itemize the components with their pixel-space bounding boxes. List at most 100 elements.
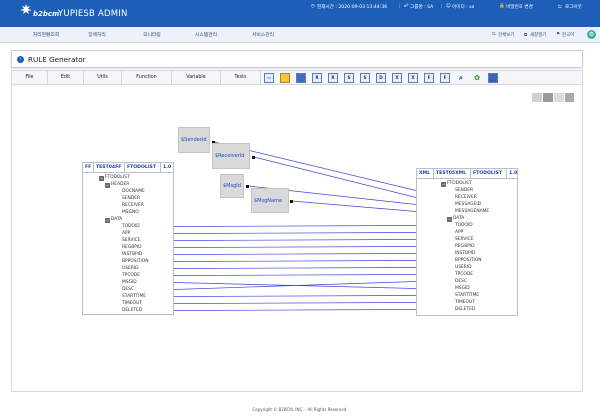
app-title: YUPIESB ADMIN — [58, 9, 128, 19]
tree-node[interactable]: SERVICE — [122, 238, 141, 243]
tree-node[interactable]: MESSAGENAME — [455, 209, 489, 214]
zoom-control[interactable] — [532, 93, 574, 102]
clock-icon: ◷ — [311, 4, 316, 9]
tree-node[interactable]: USERID — [122, 266, 139, 271]
variable-node-msg-name[interactable]: $MsgName — [251, 188, 289, 213]
tree-node[interactable]: INSTBPID — [455, 251, 475, 256]
function-r1-icon[interactable]: R — [312, 73, 322, 83]
variable-node-msg-id[interactable]: $MsgId — [220, 174, 244, 198]
app-header: b2bcm YUPIESB ADMIN ◷ 현재시간 : 2020-09-03 … — [0, 0, 600, 27]
language-icon: ⚑ — [556, 32, 560, 37]
logout-link[interactable]: 로그아웃 — [565, 4, 582, 10]
function-s2-icon[interactable]: S — [360, 73, 370, 83]
collapse-toggle-icon[interactable]: − — [99, 175, 104, 181]
tree-node[interactable]: MSGID — [122, 280, 137, 285]
mapping-line — [173, 295, 417, 297]
variable-label: $SenderId — [181, 137, 207, 143]
tree-node[interactable]: DATA — [453, 216, 464, 221]
view-all-link[interactable]: 전체보기 — [498, 32, 514, 38]
tree-node[interactable]: DESC — [455, 279, 467, 284]
tree-node[interactable]: DATA — [111, 217, 122, 222]
source-schema-type: FF — [83, 163, 94, 173]
tree-node[interactable]: TODOID — [455, 223, 473, 228]
function-r2-icon[interactable]: R — [328, 73, 338, 83]
menu-function[interactable]: Function — [122, 71, 172, 85]
collapse-toggle-icon[interactable]: − — [447, 216, 452, 222]
tree-node[interactable]: REGBPID — [455, 244, 475, 249]
variable-node-receiver-id[interactable]: $ReceiverId — [212, 143, 250, 169]
mapping-line — [173, 246, 417, 248]
tree-node[interactable]: MESSAGEID — [455, 202, 481, 207]
tree-node[interactable]: APP — [122, 231, 130, 236]
tree-node[interactable]: DELETED — [122, 308, 142, 313]
tree-node[interactable]: SENDER — [122, 196, 140, 201]
new-window-link[interactable]: 새창열기 — [530, 32, 546, 38]
rule-editor: File Edit Utils Function Variable Tests … — [11, 70, 583, 392]
save-icon[interactable] — [296, 73, 306, 83]
search-icon[interactable]: ⌕ — [456, 73, 466, 83]
tree-node[interactable]: TPCODE — [122, 273, 140, 278]
function-s1-icon[interactable]: S — [344, 73, 354, 83]
function-d-icon[interactable]: D — [376, 73, 386, 83]
function-f2-icon[interactable]: F — [440, 73, 450, 83]
tree-node[interactable]: BPPOSITION — [122, 259, 149, 264]
tree-node[interactable]: INSTBPID — [122, 252, 142, 257]
tree-node[interactable]: TPCODE — [455, 272, 473, 277]
function-f1-icon[interactable]: F — [424, 73, 434, 83]
function-x1-icon[interactable]: X — [392, 73, 402, 83]
change-password-link[interactable]: 비밀번호 변경 — [506, 4, 533, 10]
tree-node[interactable]: APP — [455, 230, 463, 235]
tree-node[interactable]: SERVICE — [455, 237, 474, 242]
tree-node[interactable]: STARTTIME — [455, 293, 479, 298]
function-x2-icon[interactable]: X — [408, 73, 418, 83]
nav-item-system-admin[interactable]: 시스템관리 — [176, 31, 236, 38]
group-icon: ☍ — [404, 4, 409, 9]
tree-node[interactable]: MSGNO — [122, 210, 139, 215]
tree-node[interactable]: RECEIVER — [122, 203, 144, 208]
menu-utils[interactable]: Utils — [84, 71, 122, 85]
nav-item-monitoring[interactable]: 모니터링 — [122, 31, 182, 38]
variable-port[interactable] — [290, 200, 293, 203]
menu-file[interactable]: File — [12, 71, 48, 85]
mapping-line — [173, 225, 417, 227]
language-link[interactable]: 한국어 — [562, 32, 574, 38]
tree-node[interactable]: TODOID — [122, 224, 140, 229]
build-icon[interactable]: ✿ — [472, 73, 482, 83]
tree-node[interactable]: DELETED — [455, 307, 475, 312]
tree-node[interactable]: BPPOSITION — [455, 258, 482, 263]
mapping-line — [173, 253, 417, 255]
new-document-icon[interactable]: ▭ — [264, 73, 274, 83]
variable-port[interactable] — [246, 185, 249, 188]
variable-port[interactable] — [252, 156, 255, 159]
gear-icon[interactable]: ⚙ — [587, 30, 596, 39]
tree-node[interactable]: DOCNAME — [122, 189, 145, 194]
tree-node[interactable]: TIMEOUT — [455, 300, 475, 305]
tree-node[interactable]: REGBPID — [122, 245, 142, 250]
tree-node[interactable]: SENDER — [455, 188, 473, 193]
tree-node[interactable]: MSGID — [455, 286, 470, 291]
nav-item-fault-handling[interactable]: 장애처리 — [67, 31, 127, 38]
tree-node[interactable]: STARTTIME — [122, 294, 146, 299]
tree-node[interactable]: FTODOLIST — [105, 175, 130, 180]
variable-node-sender-id[interactable]: $SenderId — [178, 127, 210, 153]
tree-node[interactable]: USERID — [455, 265, 472, 270]
collapse-toggle-icon[interactable]: − — [105, 182, 110, 188]
menu-tests[interactable]: Tests — [221, 71, 261, 85]
collapse-toggle-icon[interactable]: − — [105, 217, 110, 223]
collapse-toggle-icon[interactable]: − — [441, 181, 446, 187]
run-icon[interactable] — [488, 73, 498, 83]
target-schema-root: FTODOLIST — [471, 169, 507, 179]
tree-node[interactable]: HEADER — [111, 182, 129, 187]
menu-variable[interactable]: Variable — [172, 71, 221, 85]
tree-node[interactable]: TIMEOUT — [122, 301, 142, 306]
nav-item-service-admin[interactable]: 서비스관리 — [233, 31, 293, 38]
tree-node[interactable]: FTODOLIST — [447, 181, 472, 186]
source-schema-version: 1.0 — [163, 165, 172, 170]
tree-node[interactable]: DESC — [122, 287, 134, 292]
open-folder-icon[interactable] — [280, 73, 290, 83]
mapping-line — [173, 274, 417, 276]
logout-icon: ⏻ — [558, 5, 562, 10]
menu-edit[interactable]: Edit — [48, 71, 84, 85]
mapping-line — [173, 260, 417, 262]
tree-node[interactable]: RECEIVER — [455, 195, 477, 200]
